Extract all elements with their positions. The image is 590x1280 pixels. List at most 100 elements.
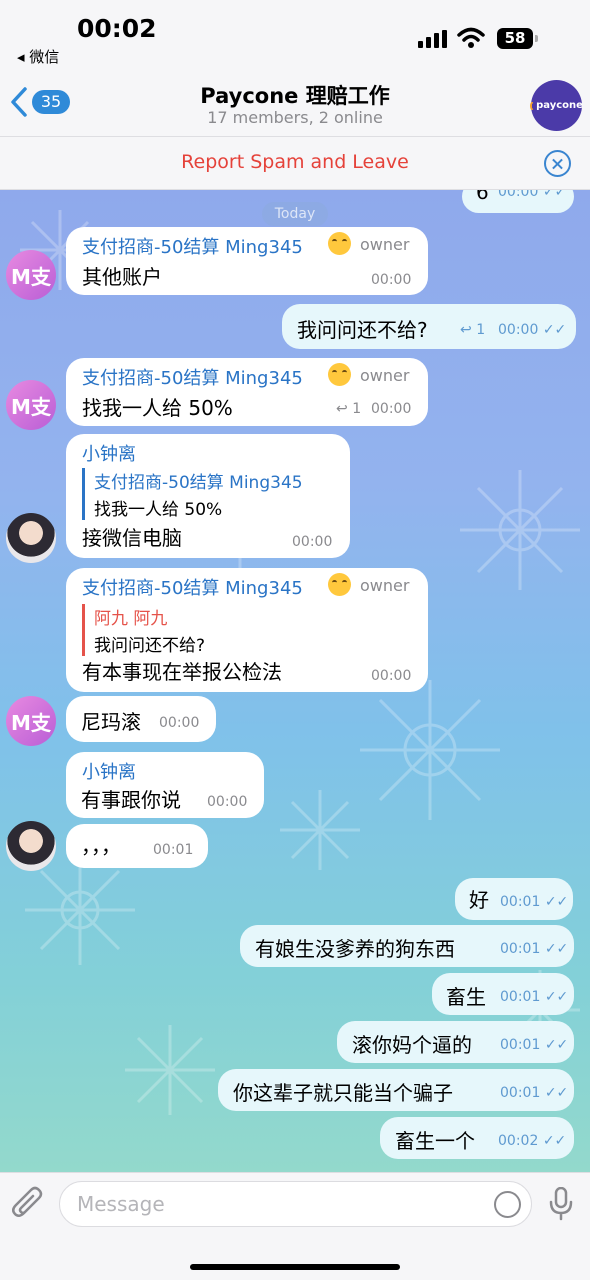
- avatar[interactable]: [6, 513, 56, 563]
- message-text: 你这辈子就只能当个骗子: [233, 1081, 453, 1105]
- message-time: 00:01 ✓✓: [500, 1037, 569, 1053]
- message-time: 00:00: [159, 715, 200, 731]
- message-time: 00:01: [153, 842, 194, 858]
- message-bubble-incoming[interactable]: 尼玛滚 00:00: [66, 696, 216, 742]
- reply-quote[interactable]: 阿九 阿九 我问问还不给?: [82, 604, 205, 656]
- message-time: 00:00 ✓✓: [498, 190, 566, 200]
- reply-quote[interactable]: 支付招商-50结算 Ming345 找我一人给 50%: [82, 468, 303, 520]
- chat-subtitle: 17 members, 2 online: [207, 108, 383, 127]
- smile-emoji-icon: [328, 573, 351, 596]
- message-bubble-outgoing[interactable]: 6 00:00 ✓✓: [462, 190, 574, 213]
- message-placeholder: Message: [77, 1192, 165, 1216]
- message-replies[interactable]: ↩ 1: [336, 401, 361, 417]
- status-time: 00:02: [77, 14, 157, 43]
- report-spam-button[interactable]: Report Spam and Leave: [0, 151, 590, 173]
- double-check-icon: ✓✓: [544, 1037, 569, 1053]
- close-circle-icon[interactable]: [544, 150, 571, 177]
- sender-role: owner: [360, 235, 410, 254]
- message-time: 00:01 ✓✓: [500, 989, 569, 1005]
- quote-text: 找我一人给 50%: [94, 500, 223, 520]
- message-bubble-incoming[interactable]: 支付招商-50结算 Ming345 owner 其他账户 00:00: [66, 227, 428, 295]
- message-bubble-outgoing[interactable]: 有娘生没爹养的狗东西 00:01 ✓✓: [240, 925, 574, 967]
- sender-name[interactable]: 支付招商-50结算 Ming345: [82, 574, 303, 600]
- message-text: 好: [469, 888, 489, 912]
- message-bubble-outgoing[interactable]: 滚你妈个逼的 00:01 ✓✓: [337, 1021, 574, 1063]
- group-avatar[interactable]: paycone: [530, 80, 583, 131]
- double-check-icon: ✓✓: [542, 190, 567, 200]
- message-bubble-incoming[interactable]: 小钟离 有事跟你说 00:00: [66, 752, 264, 818]
- message-time: 00:00: [371, 401, 412, 417]
- sender-name[interactable]: 支付招商-50结算 Ming345: [82, 233, 303, 259]
- sender-role: owner: [360, 366, 410, 385]
- double-check-icon: ✓✓: [542, 322, 567, 338]
- reply-icon: ↩: [460, 322, 472, 338]
- chat-title[interactable]: Paycone 理赔工作: [0, 80, 590, 110]
- smile-emoji-icon: [328, 363, 351, 386]
- sender-name[interactable]: 小钟离: [82, 440, 136, 466]
- message-bubble-outgoing[interactable]: 我问问还不给? ↩ 1 00:00 ✓✓: [282, 304, 576, 349]
- message-text: 畜生: [446, 985, 486, 1009]
- message-time: 00:01 ✓✓: [500, 894, 569, 910]
- message-time: 00:00: [292, 534, 333, 550]
- battery-icon: 58: [497, 28, 539, 49]
- smile-emoji-icon: [328, 232, 351, 255]
- sticker-icon[interactable]: [494, 1191, 521, 1218]
- message-time: 00:02 ✓✓: [498, 1133, 567, 1149]
- message-text: 我问问还不给?: [297, 318, 428, 342]
- message-input-bar: Message: [0, 1172, 590, 1280]
- message-time: 00:00: [371, 668, 412, 684]
- chat-area[interactable]: Today 6 00:00 ✓✓ M支 支付招商-50结算 Ming345 ow…: [0, 190, 590, 1172]
- attach-icon[interactable]: [12, 1185, 46, 1223]
- message-text: 接微信电脑: [82, 526, 182, 550]
- quote-sender: 支付招商-50结算 Ming345: [94, 473, 303, 493]
- battery-level: 58: [504, 29, 526, 47]
- quote-text: 我问问还不给?: [94, 636, 206, 656]
- double-check-icon: ✓✓: [544, 989, 569, 1005]
- message-text: 有事跟你说: [81, 788, 181, 812]
- message-bubble-incoming[interactable]: 支付招商-50结算 Ming345 owner 找我一人给 50% ↩ 1 00…: [66, 358, 428, 426]
- wifi-icon: [457, 27, 485, 48]
- message-bubble-incoming[interactable]: 支付招商-50结算 Ming345 owner 阿九 阿九 我问问还不给? 有本…: [66, 568, 428, 692]
- message-replies[interactable]: ↩ 1: [460, 322, 485, 338]
- message-time: 00:00: [207, 794, 248, 810]
- avatar[interactable]: M支: [6, 250, 56, 300]
- message-bubble-outgoing[interactable]: 畜生 00:01 ✓✓: [432, 973, 574, 1015]
- double-check-icon: ✓✓: [544, 1085, 569, 1101]
- message-time: 00:00 ✓✓: [498, 322, 567, 338]
- quote-sender: 阿九 阿九: [94, 609, 168, 629]
- group-avatar-text: paycone: [536, 100, 583, 111]
- message-input[interactable]: Message: [59, 1181, 532, 1227]
- avatar[interactable]: M支: [6, 380, 56, 430]
- signal-icon: [418, 30, 447, 48]
- message-bubble-incoming[interactable]: ，，， 00:01: [66, 824, 208, 868]
- message-text: 其他账户: [82, 265, 162, 289]
- message-text: 有娘生没爹养的狗东西: [255, 937, 455, 961]
- message-text: 有本事现在举报公检法: [82, 660, 282, 684]
- mic-icon[interactable]: [549, 1187, 573, 1221]
- message-time: 00:01 ✓✓: [500, 1085, 569, 1101]
- sender-name[interactable]: 支付招商-50结算 Ming345: [82, 364, 303, 390]
- date-pill: Today: [262, 202, 328, 226]
- avatar[interactable]: M支: [6, 696, 56, 746]
- logo-mark-icon: [530, 101, 535, 110]
- message-time: 00:01 ✓✓: [500, 941, 569, 957]
- double-check-icon: ✓✓: [544, 941, 569, 957]
- status-bar: 00:02 ◂ 微信 58: [0, 0, 590, 78]
- message-bubble-incoming[interactable]: 小钟离 支付招商-50结算 Ming345 找我一人给 50% 接微信电脑 00…: [66, 434, 350, 558]
- home-indicator: [190, 1264, 400, 1270]
- message-text: 6: [476, 190, 489, 204]
- chat-header: 35 Paycone 理赔工作 17 members, 2 online pay…: [0, 78, 590, 136]
- message-bubble-outgoing[interactable]: 好 00:01 ✓✓: [455, 878, 573, 920]
- back-to-app-link[interactable]: ◂ 微信: [17, 46, 59, 67]
- report-spam-bar: Report Spam and Leave: [0, 136, 590, 190]
- message-text: 找我一人给 50%: [82, 396, 233, 420]
- message-text: ，，，: [81, 834, 121, 858]
- message-bubble-outgoing[interactable]: 畜生一个 00:02 ✓✓: [380, 1117, 574, 1159]
- message-text: 畜生一个: [395, 1129, 475, 1153]
- message-text: 滚你妈个逼的: [352, 1033, 472, 1057]
- avatar[interactable]: [6, 821, 56, 871]
- sender-name[interactable]: 小钟离: [82, 758, 136, 784]
- message-text: 尼玛滚: [81, 710, 141, 734]
- double-check-icon: ✓✓: [542, 1133, 567, 1149]
- message-bubble-outgoing[interactable]: 你这辈子就只能当个骗子 00:01 ✓✓: [218, 1069, 574, 1111]
